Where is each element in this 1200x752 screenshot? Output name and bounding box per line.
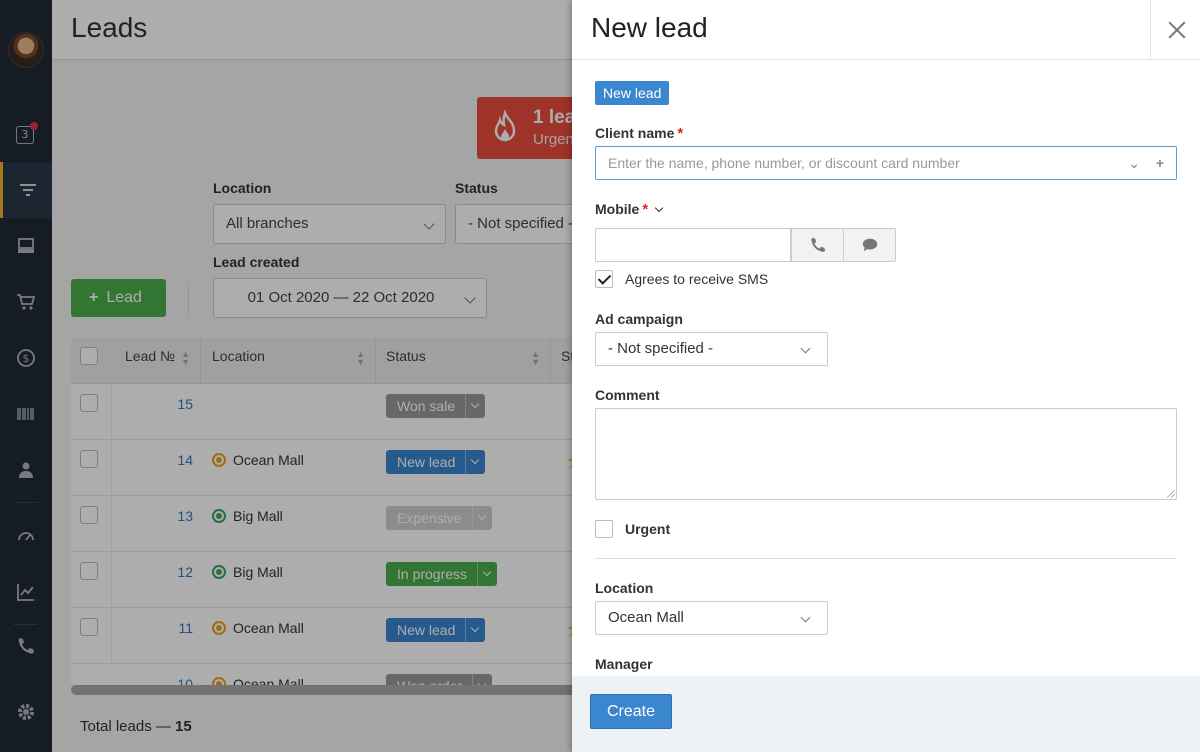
sms-consent-checkbox[interactable] [595, 270, 613, 288]
chevron-down-icon [654, 203, 664, 213]
required-marker: * [677, 125, 684, 142]
location-label: Location [595, 580, 654, 596]
client-search-input[interactable]: Enter the name, phone number, or discoun… [595, 146, 1177, 180]
required-marker: * [642, 201, 649, 218]
drawer-footer: Create [572, 676, 1200, 752]
location-select[interactable]: Ocean Mall [595, 601, 828, 635]
urgent-label[interactable]: Urgent [625, 521, 670, 537]
comment-label: Comment [595, 387, 660, 403]
close-icon[interactable] [1150, 0, 1200, 60]
client-name-label-text: Client name [595, 125, 675, 141]
chevron-down-icon [800, 343, 811, 354]
drawer-title: New lead [591, 12, 708, 43]
mobile-label-text: Mobile [595, 201, 640, 217]
section-divider [595, 558, 1177, 559]
new-lead-drawer: New lead New lead Client name * Enter the… [572, 0, 1200, 752]
sms-button[interactable] [843, 228, 896, 262]
client-name-label: Client name * [595, 125, 683, 142]
lead-status-tag: New lead [595, 81, 670, 105]
mobile-field[interactable] [595, 228, 791, 262]
chat-bubble-icon [862, 238, 877, 252]
modal-backdrop[interactable] [0, 0, 572, 752]
call-button[interactable] [791, 228, 844, 262]
chevron-down-icon[interactable]: ⌄ [1128, 147, 1140, 179]
mobile-label[interactable]: Mobile * [595, 201, 664, 218]
phone-icon [810, 237, 825, 252]
plus-icon[interactable]: + [1156, 147, 1164, 179]
chevron-down-icon [800, 612, 811, 623]
location-value: Ocean Mall [608, 609, 684, 626]
drawer-header: New lead [572, 0, 1200, 60]
client-search-placeholder: Enter the name, phone number, or discoun… [608, 155, 960, 171]
manager-label: Manager [595, 656, 653, 672]
comment-textarea[interactable] [595, 408, 1177, 500]
ad-campaign-value: - Not specified - [608, 340, 714, 357]
ad-campaign-select[interactable]: - Not specified - [595, 332, 828, 366]
urgent-checkbox[interactable] [595, 520, 613, 538]
ad-campaign-label: Ad campaign [595, 311, 683, 327]
sms-consent-label[interactable]: Agrees to receive SMS [625, 271, 768, 287]
create-button[interactable]: Create [590, 694, 672, 729]
